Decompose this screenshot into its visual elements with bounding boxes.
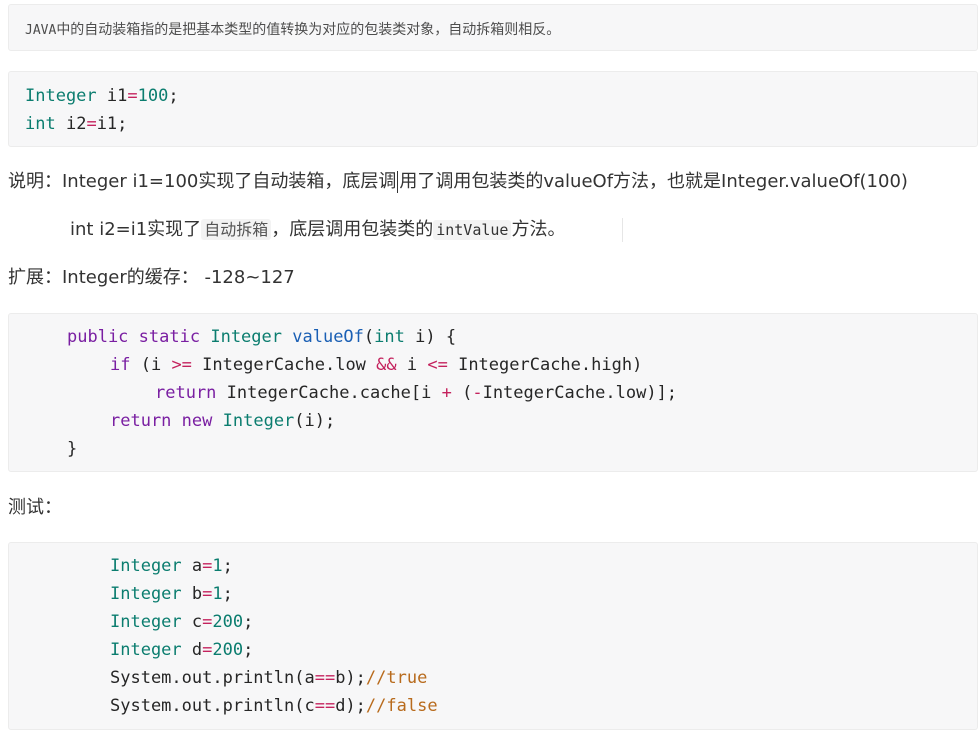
unboxing-text-a: int i2=i1实现了 bbox=[70, 219, 202, 240]
intro-prefix: JAVA bbox=[25, 23, 57, 38]
code-block-1: Integer i1=100; int i2=i1; bbox=[8, 71, 978, 147]
code-comment: //true bbox=[365, 668, 428, 688]
code-token: IntegerCache.low bbox=[191, 355, 377, 375]
code-token: = bbox=[202, 584, 213, 604]
unboxing-text-b: ，底层调用包装类的 bbox=[271, 219, 434, 240]
code-block-3: Integer a=1; Integer b=1; Integer c=200;… bbox=[8, 542, 978, 730]
explanation-text-b: 用了调用包装类的valueOf方法，也就是Integer.valueOf(100… bbox=[399, 171, 908, 192]
code-line: Integer c=200; bbox=[110, 608, 253, 636]
code-token: 200 bbox=[212, 612, 244, 632]
code-line: System.out.println(a==b);//true bbox=[110, 664, 427, 692]
code-token: = bbox=[202, 556, 213, 576]
code-line: System.out.println(c==d);//false bbox=[110, 692, 438, 720]
code-token: c bbox=[181, 612, 203, 632]
code-token: 200 bbox=[212, 640, 244, 660]
code-token: 100 bbox=[137, 86, 169, 106]
code-token: = bbox=[202, 612, 213, 632]
inline-code-intvalue: intValue bbox=[433, 220, 512, 240]
code-token: (i); bbox=[294, 411, 336, 431]
code-token: b); bbox=[335, 668, 366, 688]
code-token: new bbox=[181, 411, 213, 431]
code-token: ( bbox=[363, 327, 375, 347]
code-token: valueOf bbox=[292, 327, 364, 347]
code-token: >= bbox=[171, 355, 192, 375]
code-token: System.out.println(a bbox=[110, 668, 315, 688]
code-line: Integer b=1; bbox=[110, 580, 233, 608]
explanation-text-a: 说明：Integer i1=100实现了自动装箱，底层调 bbox=[8, 171, 397, 192]
divider bbox=[622, 218, 623, 242]
code-token: d bbox=[181, 640, 203, 660]
code-token: - bbox=[472, 383, 483, 403]
unboxing-text-c: 方法。 bbox=[511, 219, 566, 240]
code-line: Integer a=1; bbox=[110, 552, 233, 580]
code-token: Integer bbox=[210, 327, 282, 347]
cache-text: 扩展：Integer的缓存： -128~127 bbox=[8, 267, 295, 288]
code-token: Integer bbox=[222, 411, 295, 431]
code-line: public static Integer valueOf(int i) { bbox=[67, 323, 456, 351]
code-line: return IntegerCache.cache[i + (-IntegerC… bbox=[155, 379, 677, 407]
code-line: Integer i1=100; bbox=[25, 82, 179, 110]
code-token: i) { bbox=[404, 327, 457, 347]
code-token: && bbox=[376, 355, 397, 375]
code-token: ; bbox=[222, 584, 233, 604]
code-token: public bbox=[67, 327, 129, 347]
unboxing-highlight: 自动拆箱 bbox=[201, 219, 272, 240]
code-token: ; bbox=[243, 612, 254, 632]
code-token: int bbox=[374, 327, 405, 347]
code-token: i bbox=[396, 355, 428, 375]
code-token: i1 bbox=[96, 86, 128, 106]
code-token: Integer bbox=[110, 612, 182, 632]
unboxing-paragraph: int i2=i1实现了 自动拆箱 ，底层调用包装类的 intValue 方法。 bbox=[70, 217, 565, 243]
code-token: == bbox=[314, 668, 336, 688]
code-token: (i bbox=[130, 355, 172, 375]
cache-paragraph: 扩展：Integer的缓存： -128~127 bbox=[8, 265, 295, 291]
code-token: ( bbox=[451, 383, 473, 403]
code-line: int i2=i1; bbox=[25, 110, 127, 138]
intro-quote: JAVA中的自动装箱指的是把基本类型的值转换为对应的包装类对象，自动拆箱则相反。 bbox=[8, 4, 978, 51]
test-label: 测试： bbox=[8, 495, 62, 521]
code-token: IntegerCache.low)]; bbox=[482, 383, 678, 403]
code-token: static bbox=[138, 327, 201, 347]
intro-text: 中的自动装箱指的是把基本类型的值转换为对应的包装类对象，自动拆箱则相反。 bbox=[56, 22, 561, 38]
explanation-paragraph: 说明：Integer i1=100实现了自动装箱，底层调 用了调用包装类的valu… bbox=[8, 169, 908, 195]
code-token: == bbox=[314, 696, 336, 716]
code-line: Integer d=200; bbox=[110, 636, 253, 664]
code-token: + bbox=[441, 383, 452, 403]
code-token: = bbox=[202, 640, 213, 660]
code-token: Integer bbox=[110, 556, 182, 576]
code-token: = bbox=[86, 114, 97, 134]
code-token: b bbox=[181, 584, 203, 604]
code-token: if bbox=[110, 355, 131, 375]
code-token: a bbox=[181, 556, 203, 576]
code-token: ; bbox=[168, 86, 179, 106]
code-comment: //false bbox=[365, 696, 438, 716]
code-token: i1; bbox=[96, 114, 128, 134]
code-token: Integer bbox=[25, 86, 97, 106]
code-token: d); bbox=[335, 696, 366, 716]
code-token: ; bbox=[222, 556, 233, 576]
code-token: IntegerCache.cache[i bbox=[216, 383, 442, 403]
code-token: System.out.println(c bbox=[110, 696, 315, 716]
code-token: ; bbox=[243, 640, 254, 660]
code-token: <= bbox=[427, 355, 448, 375]
code-token: 1 bbox=[212, 556, 223, 576]
code-token: return bbox=[155, 383, 217, 403]
code-token: } bbox=[67, 439, 78, 459]
code-token: return bbox=[110, 411, 172, 431]
code-token: = bbox=[127, 86, 138, 106]
code-line: return new Integer(i); bbox=[110, 407, 335, 435]
code-block-2: public static Integer valueOf(int i) { i… bbox=[8, 313, 978, 472]
code-token: 1 bbox=[212, 584, 223, 604]
code-line: } bbox=[67, 435, 77, 463]
code-token: Integer bbox=[110, 584, 182, 604]
code-token: i2 bbox=[55, 114, 87, 134]
code-token: int bbox=[25, 114, 56, 134]
code-token: Integer bbox=[110, 640, 182, 660]
test-label-text: 测试： bbox=[8, 497, 62, 518]
code-line: if (i >= IntegerCache.low && i <= Intege… bbox=[110, 351, 642, 379]
code-token: IntegerCache.high) bbox=[447, 355, 643, 375]
